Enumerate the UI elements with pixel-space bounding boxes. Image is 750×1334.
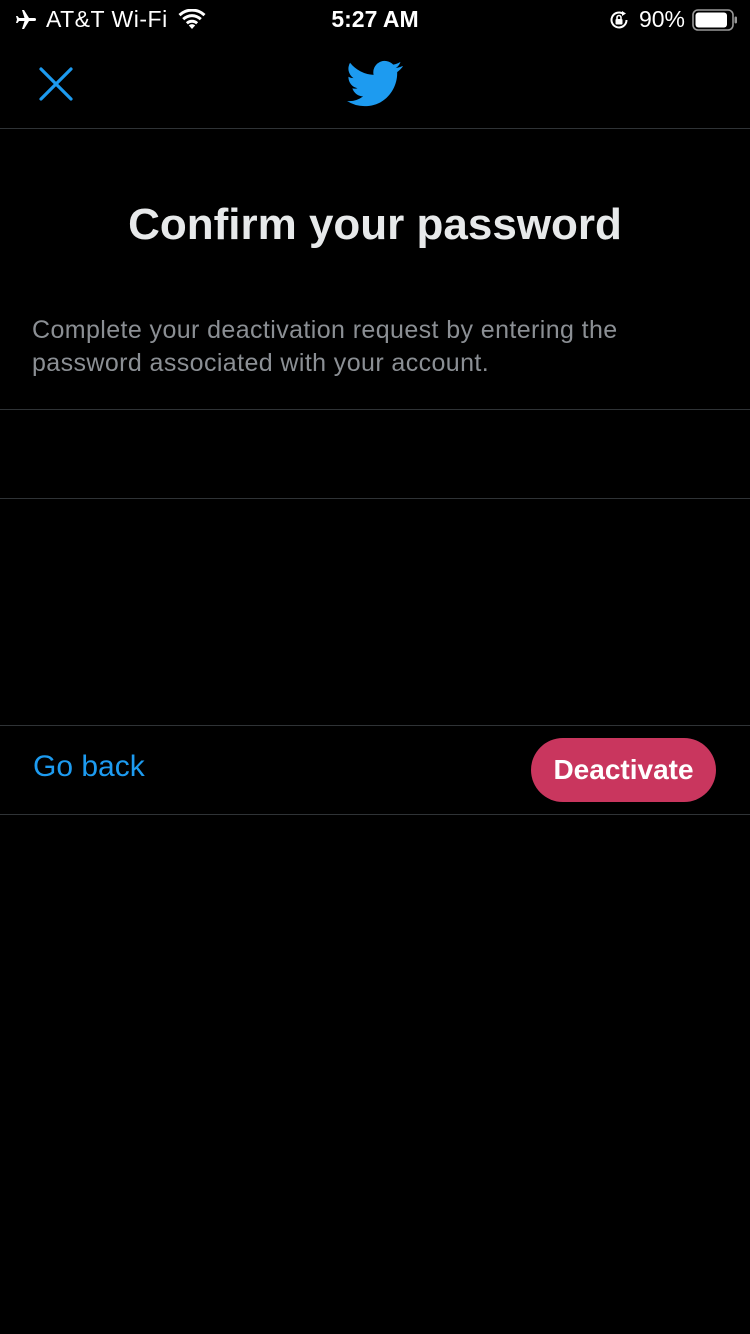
deactivate-button[interactable]: Deactivate <box>531 738 716 802</box>
close-icon[interactable] <box>34 62 78 106</box>
page-description: Complete your deactivation request by en… <box>32 316 618 377</box>
top-nav <box>0 40 750 129</box>
action-bar: Go back Deactivate <box>0 725 750 815</box>
page-title: Confirm your password <box>128 200 622 249</box>
battery-percent: 90% <box>638 6 685 32</box>
twitter-bird-icon <box>347 60 403 107</box>
orientation-lock-icon <box>610 10 628 28</box>
password-row <box>0 409 750 500</box>
go-back-link[interactable]: Go back <box>33 750 145 784</box>
status-bar: AT&T Wi-Fi 5:27 AM 90% <box>0 0 750 40</box>
battery-icon <box>692 8 737 31</box>
status-right: 90% <box>607 6 738 33</box>
password-field[interactable] <box>32 410 722 500</box>
